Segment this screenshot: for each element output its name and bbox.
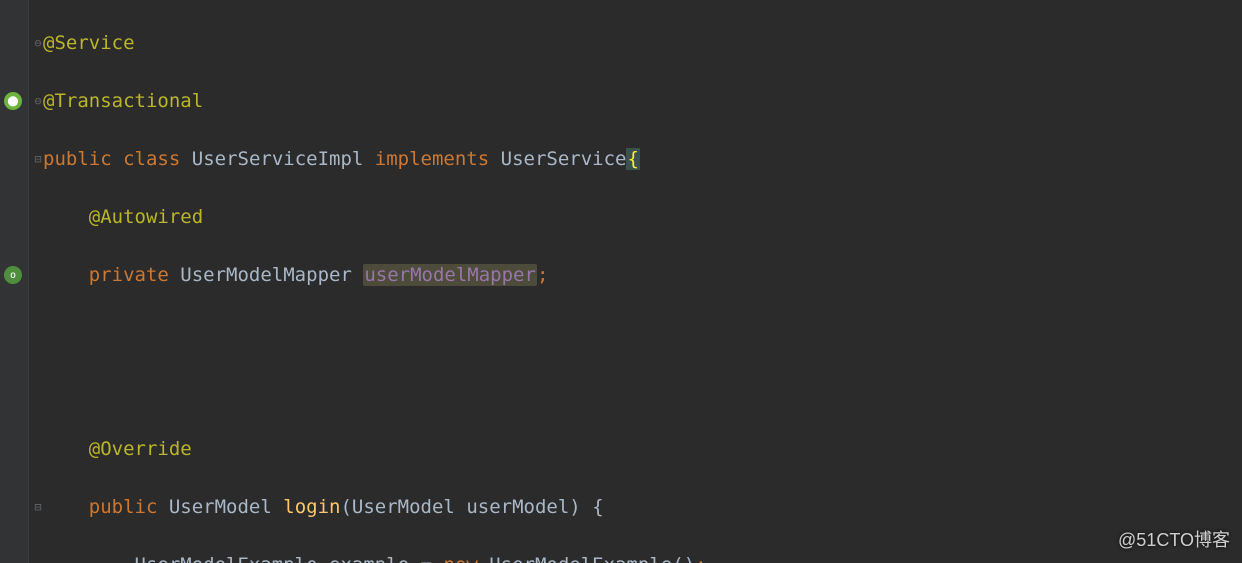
code-line: @Override [33,435,913,464]
code-line: UserModelExample example = new UserModel… [33,551,913,563]
watermark-label: @51CTO博客 [1118,526,1230,555]
code-line [33,319,913,348]
code-line: ⊖@Transactional [33,87,913,116]
code-line: ⊖@Service [33,29,913,58]
code-line: ⊟public class UserServiceImpl implements… [33,145,913,174]
spring-bean-icon[interactable]: ⬤ [4,92,22,110]
override-icon[interactable]: o [4,266,22,284]
code-line: ⊟ public UserModel login(UserModel userM… [33,493,913,522]
code-area[interactable]: ⊖@Service ⊖@Transactional ⊟public class … [29,0,913,563]
gutter: ⬤ o [0,0,29,563]
code-line: private UserModelMapper userModelMapper; [33,261,913,290]
code-editor[interactable]: ⬤ o ⊖@Service ⊖@Transactional ⊟public cl… [0,0,1242,563]
code-line [33,377,913,406]
code-line: @Autowired [33,203,913,232]
